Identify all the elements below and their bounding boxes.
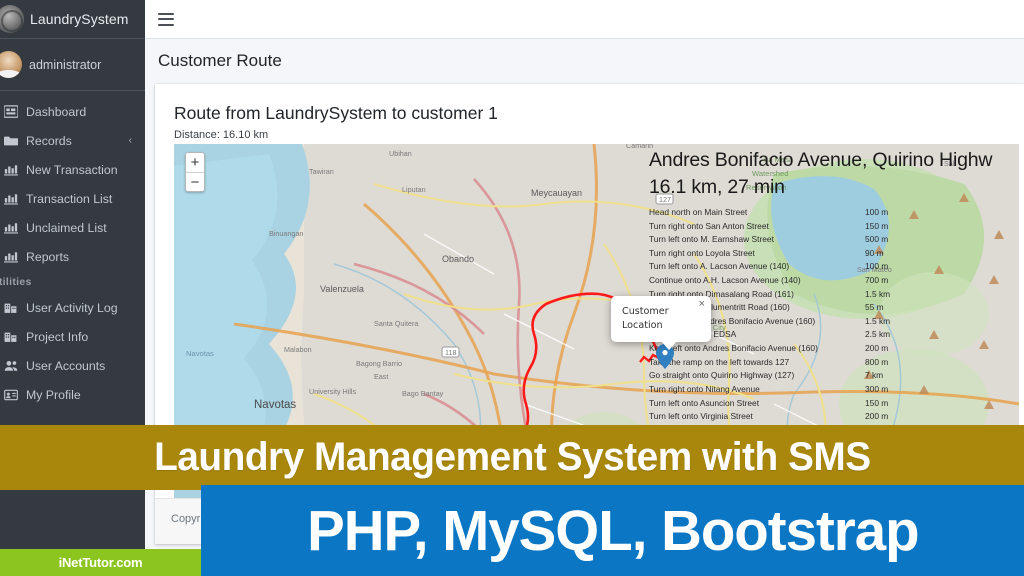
- svg-text:Bagong Barrio: Bagong Barrio: [356, 359, 402, 368]
- bar-chart-icon: [3, 191, 18, 206]
- sidebar-item-label: Reports: [26, 249, 70, 264]
- sidebar-item-project-info[interactable]: Project Info: [0, 322, 145, 351]
- headline-banner: Laundry Management System with SMS: [0, 425, 1024, 490]
- svg-text:Reservation: Reservation: [746, 183, 787, 192]
- svg-text:La Mesa: La Mesa: [764, 155, 794, 164]
- svg-text:Obando: Obando: [442, 254, 474, 264]
- user-name: administrator: [29, 57, 102, 72]
- popup-title: Customer: [622, 306, 669, 317]
- hamburger-icon[interactable]: [158, 12, 174, 26]
- svg-text:Camarin: Camarin: [626, 144, 653, 150]
- sidebar-item-my-profile[interactable]: My Profile: [0, 380, 145, 409]
- route-distance: Distance: 16.10 km: [174, 129, 269, 141]
- user-panel[interactable]: administrator: [0, 39, 145, 91]
- building-icon: [3, 300, 18, 315]
- svg-text:Valenzuela: Valenzuela: [320, 284, 364, 294]
- sidebar-item-label: Unclaimed List: [26, 220, 107, 235]
- sidebar-item-records[interactable]: Records ‹: [0, 126, 145, 155]
- svg-text:University Hills: University Hills: [309, 387, 357, 396]
- svg-text:118: 118: [445, 348, 456, 357]
- page-title: Customer Route: [158, 51, 282, 70]
- user-avatar-icon: [0, 51, 22, 78]
- zoom-out-button[interactable]: −: [186, 172, 204, 191]
- headline-text: Laundry Management System with SMS: [153, 435, 871, 479]
- chevron-left-icon[interactable]: ‹: [129, 135, 132, 146]
- brand-header[interactable]: LaundrySystem: [0, 0, 145, 39]
- users-icon: [3, 358, 18, 373]
- svg-text:Malabon: Malabon: [284, 345, 312, 354]
- sidebar-item-user-activity-log[interactable]: User Activity Log: [0, 293, 145, 322]
- popup-subtitle: Location: [622, 319, 663, 331]
- dashboard-icon: [3, 104, 18, 119]
- sidebar-item-dashboard[interactable]: Dashboard: [0, 97, 145, 126]
- sidebar-nav: Dashboard Records ‹ New Transaction Tran…: [0, 91, 145, 409]
- content-header: Customer Route: [145, 39, 1024, 83]
- bar-chart-icon: [3, 162, 18, 177]
- map-zoom-controls: + −: [185, 152, 205, 192]
- subhead-banner: PHP, MySQL, Bootstrap: [201, 485, 1024, 576]
- svg-text:127: 127: [659, 195, 671, 204]
- sidebar-item-label: Dashboard: [26, 104, 87, 119]
- building-icon: [3, 329, 18, 344]
- sidebar-item-label: Project Info: [26, 329, 89, 344]
- sidebar-item-label: Records: [26, 133, 72, 148]
- folder-icon: [3, 133, 18, 148]
- card-title: Route from LaundrySystem to customer 1: [174, 103, 498, 123]
- svg-text:Sall: Sall: [944, 159, 956, 168]
- laundry-logo-icon: [0, 5, 24, 33]
- top-navbar: [145, 0, 1024, 39]
- inettutor-logo: iNetTutor.com: [0, 549, 201, 576]
- svg-text:Liputan: Liputan: [402, 185, 426, 194]
- sidebar-item-label: User Accounts: [26, 358, 106, 373]
- svg-text:Binuangan: Binuangan: [269, 229, 303, 238]
- svg-text:Meycauayan: Meycauayan: [531, 188, 582, 198]
- svg-text:Bago Bantay: Bago Bantay: [402, 389, 444, 398]
- sidebar-item-new-transaction[interactable]: New Transaction: [0, 155, 145, 184]
- bar-chart-icon: [3, 249, 18, 264]
- id-card-icon: [3, 387, 18, 402]
- customer-location-popup: × Customer Location: [611, 296, 711, 350]
- sidebar-item-label: New Transaction: [26, 162, 118, 177]
- svg-text:Navotas: Navotas: [254, 399, 296, 411]
- sidebar-item-label: User Activity Log: [26, 300, 118, 315]
- sidebar-item-label: Transaction List: [26, 191, 113, 206]
- svg-text:Tawiran: Tawiran: [309, 167, 334, 176]
- sidebar-item-transaction-list[interactable]: Transaction List: [0, 184, 145, 213]
- subhead-text: PHP, MySQL, Bootstrap: [306, 498, 920, 563]
- svg-text:East: East: [374, 372, 388, 381]
- bar-chart-icon: [3, 220, 18, 235]
- sidebar-item-reports[interactable]: Reports: [0, 242, 145, 271]
- sidebar-item-user-accounts[interactable]: User Accounts: [0, 351, 145, 380]
- svg-text:San Mateo: San Mateo: [857, 265, 892, 274]
- zoom-in-button[interactable]: +: [186, 153, 204, 172]
- inettutor-logo-text: iNetTutor.com: [58, 555, 143, 570]
- brand-title: LaundrySystem: [30, 11, 129, 27]
- svg-text:Ubihan: Ubihan: [389, 149, 412, 158]
- sidebar-item-unclaimed-list[interactable]: Unclaimed List: [0, 213, 145, 242]
- svg-text:Navotas: Navotas: [186, 349, 214, 358]
- svg-text:Watershed: Watershed: [752, 169, 788, 178]
- sidebar-item-label: My Profile: [26, 387, 81, 402]
- svg-text:Santa Quitera: Santa Quitera: [374, 319, 418, 328]
- sidebar-section-utilities: Utilities: [0, 276, 32, 288]
- app-window: LaundrySystem administrator Dashboard Re…: [0, 0, 1024, 576]
- close-icon[interactable]: ×: [699, 299, 705, 310]
